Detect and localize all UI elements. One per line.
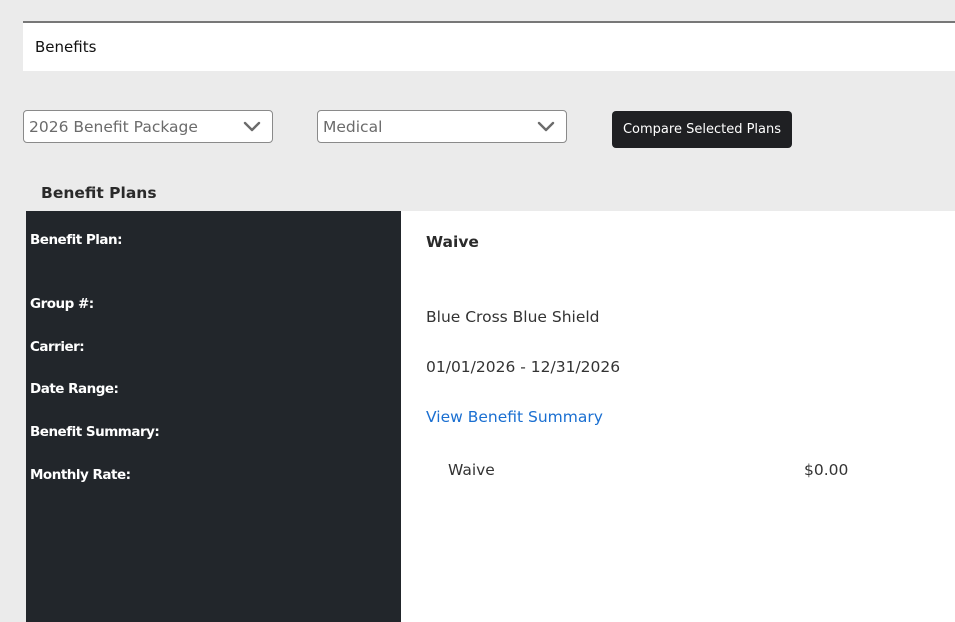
chevron-down-icon (537, 121, 555, 132)
label-benefit-plan: Benefit Plan: (30, 232, 123, 248)
benefit-category-value: Medical (323, 117, 383, 136)
rate-amount: $0.00 (804, 461, 849, 479)
plan-name: Waive (426, 233, 479, 251)
page-title: Benefits (35, 38, 97, 56)
plan-labels-panel: Benefit Plan: Group #: Carrier: Date Ran… (26, 211, 401, 622)
label-carrier: Carrier: (30, 339, 85, 355)
plan-date-range: 01/01/2026 - 12/31/2026 (426, 358, 621, 376)
benefit-package-value: 2026 Benefit Package (29, 117, 198, 136)
label-group-number: Group #: (30, 296, 94, 312)
compare-selected-plans-button[interactable]: Compare Selected Plans (612, 111, 792, 148)
rate-tier: Waive (448, 461, 495, 479)
label-benefit-summary: Benefit Summary: (30, 424, 160, 440)
section-title: Benefit Plans (41, 184, 157, 202)
label-date-range: Date Range: (30, 381, 119, 397)
chevron-down-icon (243, 121, 261, 132)
view-benefit-summary-link[interactable]: View Benefit Summary (426, 408, 603, 426)
benefit-category-select[interactable]: Medical (317, 110, 567, 143)
plan-carrier: Blue Cross Blue Shield (426, 308, 600, 326)
page-header: Benefits (23, 23, 955, 71)
label-monthly-rate: Monthly Rate: (30, 467, 131, 483)
benefit-package-select[interactable]: 2026 Benefit Package (23, 110, 273, 143)
plan-details-panel: Waive Blue Cross Blue Shield 01/01/2026 … (401, 211, 955, 622)
